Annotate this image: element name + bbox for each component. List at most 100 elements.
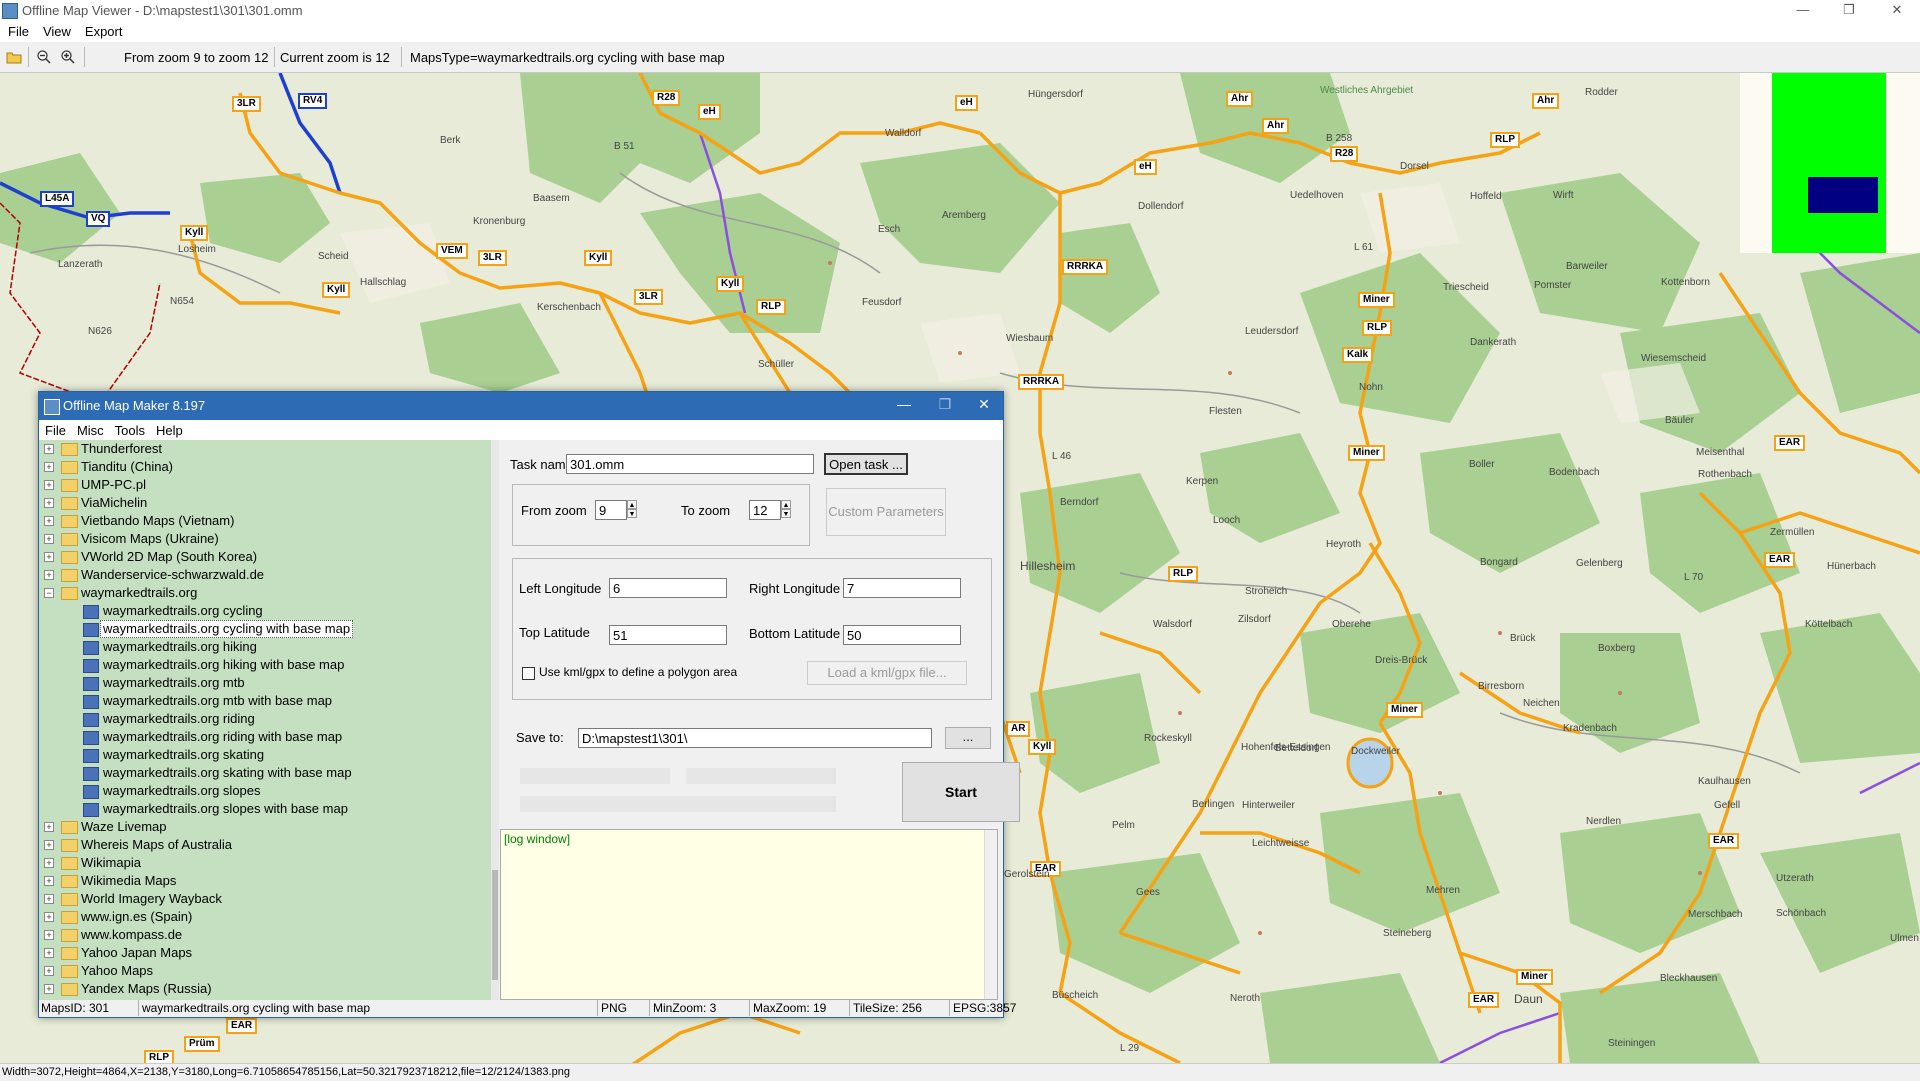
to-zoom-spinner[interactable]: ▲ ▼ <box>781 500 791 520</box>
tree-item-label: www.kompass.de <box>81 927 183 942</box>
left-longitude-input[interactable]: 6 <box>609 578 727 598</box>
folder-icon <box>61 515 78 528</box>
use-kml-checkbox[interactable] <box>522 667 535 680</box>
expand-plus-icon[interactable]: + <box>44 876 54 886</box>
place-label: Hohenfels-Essingen <box>1241 742 1331 753</box>
spin-up-icon[interactable]: ▲ <box>781 500 791 509</box>
expand-plus-icon[interactable]: + <box>44 480 54 490</box>
expand-plus-icon[interactable]: + <box>44 462 54 472</box>
collapse-minus-icon[interactable]: − <box>44 588 54 598</box>
dialog-maximize-button[interactable]: ❐ <box>930 396 960 413</box>
expand-plus-icon[interactable]: + <box>44 912 54 922</box>
dialog-menu-misc[interactable]: Misc <box>71 420 109 438</box>
log-window[interactable]: [log window] <box>500 829 998 1000</box>
start-button[interactable]: Start <box>902 762 1020 822</box>
overview-minimap[interactable] <box>1740 73 1920 253</box>
place-label: Rockeskyll <box>1144 733 1192 744</box>
zoom-out-icon[interactable] <box>36 49 52 65</box>
route-label: Miner <box>1358 292 1395 308</box>
route-label: 3LR <box>232 96 261 112</box>
menu-view[interactable]: View <box>35 22 77 39</box>
place-label: Dockweiler <box>1351 746 1400 757</box>
to-zoom-input[interactable]: 12 <box>749 500 781 520</box>
browse-button[interactable]: ... <box>945 727 991 749</box>
maximize-button[interactable]: ❐ <box>1826 0 1872 22</box>
place-label: Gees <box>1136 887 1160 898</box>
tree-item-label: UMP-PC.pl <box>81 477 147 492</box>
dialog-minimize-button[interactable]: — <box>889 396 919 412</box>
folder-icon <box>61 479 78 492</box>
expand-plus-icon[interactable]: + <box>44 444 54 454</box>
route-label: RV4 <box>298 93 328 109</box>
tree-item-label: VWorld 2D Map (South Korea) <box>81 549 258 564</box>
folder-icon <box>61 875 78 888</box>
from-zoom-spinner[interactable]: ▲ ▼ <box>627 500 637 520</box>
folder-icon <box>61 857 78 870</box>
dialog-menu-tools[interactable]: Tools <box>109 420 150 438</box>
route-label: VEM <box>436 243 468 259</box>
dialog-menu-help[interactable]: Help <box>150 420 188 438</box>
expand-plus-icon[interactable]: + <box>44 840 54 850</box>
map-view[interactable]: 3LR RV4 R28 eH eH Ahr Ahr eH R28 Ahr RLP… <box>0 73 1920 1063</box>
expand-plus-icon[interactable]: + <box>44 966 54 976</box>
expand-plus-icon[interactable]: + <box>44 534 54 544</box>
dialog-titlebar[interactable]: Offline Map Maker 8.197 — ❐ ✕ <box>39 392 1003 420</box>
expand-plus-icon[interactable]: + <box>44 984 54 994</box>
app-icon <box>2 3 18 19</box>
expand-plus-icon[interactable]: + <box>44 498 54 508</box>
place-label: Neroth <box>1230 993 1261 1004</box>
dialog-menu-file[interactable]: File <box>39 420 71 438</box>
open-task-button[interactable]: Open task ... <box>824 453 908 475</box>
toolbar-separator <box>28 47 29 67</box>
menu-file[interactable]: File <box>0 22 35 39</box>
expand-plus-icon[interactable]: + <box>44 516 54 526</box>
expand-plus-icon[interactable]: + <box>44 552 54 562</box>
save-to-input[interactable]: D:\mapstest1\301\ <box>578 728 932 748</box>
left-longitude-label: Left Longitude <box>519 581 602 596</box>
route-label: EAR <box>1774 435 1806 451</box>
dialog-status-bar: MapsID: 301 waymarkedtrails.org cycling … <box>39 1000 1016 1017</box>
log-scrollbar[interactable] <box>984 830 997 999</box>
from-zoom-input[interactable]: 9 <box>595 500 627 520</box>
expand-plus-icon[interactable]: + <box>44 570 54 580</box>
place-label: Ulmen <box>1890 933 1919 944</box>
expand-plus-icon[interactable]: + <box>44 894 54 904</box>
place-label: Birresborn <box>1478 681 1525 692</box>
scrollbar-thumb[interactable] <box>492 870 498 980</box>
spin-up-icon[interactable]: ▲ <box>627 500 637 509</box>
expand-plus-icon[interactable]: + <box>44 858 54 868</box>
open-folder-icon[interactable] <box>6 49 22 65</box>
route-label: Prüm <box>184 1036 220 1052</box>
tree-item-label: waymarkedtrails.org mtb with base map <box>103 693 333 708</box>
place-label: Mehren <box>1426 885 1460 896</box>
tree-scrollbar[interactable] <box>491 440 499 1000</box>
load-kml-button[interactable]: Load a kml/gpx file... <box>807 661 967 685</box>
task-panel: Task name 301.omm Open task ... From zoo… <box>500 440 1020 1000</box>
map-source-tree[interactable]: + Thunderforest + Tianditu (China) + UMP-PC… <box>39 440 495 1000</box>
bottom-latitude-input[interactable]: 50 <box>843 625 961 645</box>
place-label: Gelenberg <box>1576 558 1623 569</box>
spin-down-icon[interactable]: ▼ <box>781 509 791 518</box>
minimize-button[interactable]: — <box>1780 0 1826 22</box>
tree-item-label: waymarkedtrails.org riding with base map <box>103 729 343 744</box>
task-name-input[interactable]: 301.omm <box>566 454 814 474</box>
folder-icon <box>61 893 78 906</box>
right-longitude-input[interactable]: 7 <box>843 578 961 598</box>
overview-viewport-indicator[interactable] <box>1808 177 1878 213</box>
expand-plus-icon[interactable]: + <box>44 948 54 958</box>
place-label: Gefell <box>1714 800 1741 811</box>
tree-item-label: Wanderservice-schwarzwald.de <box>81 567 265 582</box>
close-button[interactable]: ✕ <box>1874 0 1920 22</box>
zoom-in-icon[interactable] <box>60 49 76 65</box>
place-label: Flesten <box>1209 406 1242 417</box>
expand-plus-icon[interactable]: + <box>44 822 54 832</box>
route-label: RLP <box>756 299 786 315</box>
expand-plus-icon[interactable]: + <box>44 930 54 940</box>
spin-down-icon[interactable]: ▼ <box>627 509 637 518</box>
menu-export[interactable]: Export <box>77 22 129 39</box>
top-latitude-input[interactable]: 51 <box>609 625 727 645</box>
folder-icon <box>61 461 78 474</box>
dialog-close-button[interactable]: ✕ <box>969 396 999 413</box>
folder-icon <box>61 533 78 546</box>
custom-parameters-button[interactable]: Custom Parameters <box>826 488 946 536</box>
